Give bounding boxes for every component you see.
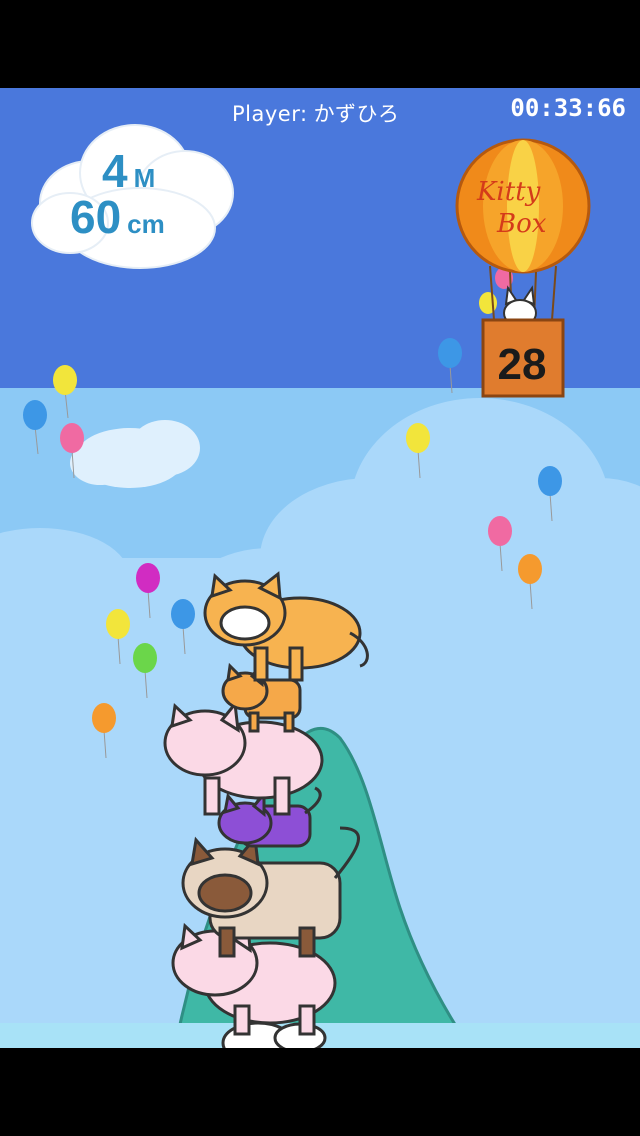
player-label-text: Player: xyxy=(232,102,308,126)
height-centimeters-unit: cm xyxy=(127,209,165,239)
status-bar-top xyxy=(0,0,640,88)
kitty-box-line2: Box xyxy=(496,209,547,239)
height-meters: 4 xyxy=(102,145,128,197)
height-centimeters: 60 xyxy=(70,191,122,243)
status-bar-bottom xyxy=(0,1048,640,1136)
box-count: 28 xyxy=(497,340,547,389)
height-meters-unit: M xyxy=(133,163,156,193)
kitty-box-logo: Kitty Box xyxy=(476,177,547,239)
kitty-box-line1: Kitty xyxy=(476,177,541,207)
player-name: かずひろ xyxy=(313,102,400,126)
player-label: Player: かずひろ xyxy=(232,98,400,128)
elapsed-timer: 00:33:66 xyxy=(510,94,626,122)
